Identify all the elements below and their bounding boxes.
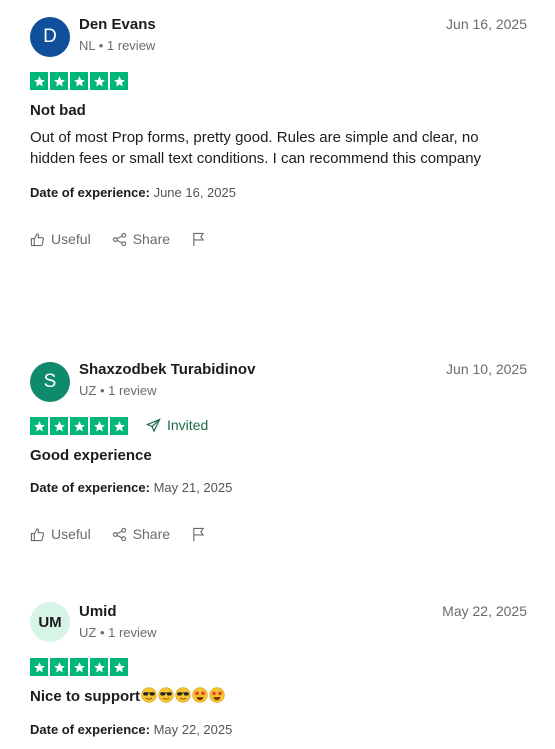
reviewer-meta: UZ • 1 review xyxy=(79,625,157,640)
star-icon xyxy=(70,658,88,676)
thumbs-up-icon xyxy=(30,232,45,246)
reviewer-name[interactable]: Umid xyxy=(79,603,117,620)
review-body: Out of most Prop forms, pretty good. Rul… xyxy=(30,129,482,167)
reviewer-meta: UZ • 1 review xyxy=(79,383,157,398)
review-date: Jun 10, 2025 xyxy=(446,361,527,377)
report-button[interactable] xyxy=(191,527,206,542)
date-of-experience-label: Date of experience: xyxy=(30,480,150,495)
send-icon xyxy=(146,417,161,433)
date-of-experience: Date of experience: May 22, 2025 xyxy=(30,722,232,737)
star-rating xyxy=(30,658,128,676)
reviewer-name[interactable]: Den Evans xyxy=(79,16,156,33)
review-actions: Useful Share xyxy=(30,231,206,247)
star-rating xyxy=(30,72,128,90)
review-card: S Shaxzodbek Turabidinov UZ • 1 review J… xyxy=(0,345,555,575)
share-label: Share xyxy=(132,526,171,542)
star-icon xyxy=(50,417,68,435)
review-title-text: Nice to support xyxy=(30,688,141,705)
useful-label: Useful xyxy=(51,231,91,247)
review-date: Jun 16, 2025 xyxy=(446,16,527,32)
star-icon xyxy=(110,417,128,435)
sunglasses-emoji-icon xyxy=(141,687,157,703)
flag-icon xyxy=(193,527,205,541)
share-button[interactable]: Share xyxy=(112,526,170,542)
avatar[interactable]: D xyxy=(30,17,70,57)
date-of-experience-label: Date of experience: xyxy=(30,185,150,200)
avatar[interactable]: UM xyxy=(30,602,70,642)
invited-label: Invited xyxy=(167,417,209,433)
avatar[interactable]: S xyxy=(30,362,70,402)
star-icon xyxy=(30,72,48,90)
star-icon xyxy=(30,658,48,676)
useful-button[interactable]: Useful xyxy=(30,231,91,247)
review-card: UM Umid UZ • 1 review May 22, 2025 Nice … xyxy=(0,587,555,749)
star-icon xyxy=(90,417,108,435)
star-icon xyxy=(70,417,88,435)
review-title[interactable]: Not bad xyxy=(30,102,86,119)
sunglasses-emoji-icon xyxy=(175,687,191,703)
share-icon xyxy=(112,232,126,246)
star-rating xyxy=(30,417,128,435)
reviewer-name[interactable]: Shaxzodbek Turabidinov xyxy=(79,361,255,378)
star-icon xyxy=(30,417,48,435)
review-title[interactable]: Good experience xyxy=(30,447,152,464)
star-icon xyxy=(70,72,88,90)
flag-icon xyxy=(193,232,205,246)
star-struck-emoji-icon xyxy=(192,687,208,703)
share-label: Share xyxy=(132,231,171,247)
review-card: D Den Evans NL • 1 review Jun 16, 2025 N… xyxy=(0,0,555,290)
useful-label: Useful xyxy=(51,526,91,542)
date-of-experience-value: May 22, 2025 xyxy=(153,722,233,737)
star-struck-emoji-icon xyxy=(209,687,225,703)
star-icon xyxy=(90,658,108,676)
thumbs-up-icon xyxy=(30,527,45,541)
reviewer-meta: NL • 1 review xyxy=(79,38,156,53)
review-date: May 22, 2025 xyxy=(442,603,527,619)
useful-button[interactable]: Useful xyxy=(30,526,91,542)
date-of-experience-value: May 21, 2025 xyxy=(153,480,233,495)
star-icon xyxy=(110,72,128,90)
star-icon xyxy=(50,658,68,676)
date-of-experience-value: June 16, 2025 xyxy=(153,185,236,200)
date-of-experience: Date of experience: May 21, 2025 xyxy=(30,480,232,495)
sunglasses-emoji-icon xyxy=(158,687,174,703)
report-button[interactable] xyxy=(191,232,206,247)
star-icon xyxy=(110,658,128,676)
date-of-experience: Date of experience: June 16, 2025 xyxy=(30,185,236,200)
share-icon xyxy=(112,527,126,541)
date-of-experience-label: Date of experience: xyxy=(30,722,150,737)
share-button[interactable]: Share xyxy=(112,231,170,247)
star-icon xyxy=(50,72,68,90)
review-title[interactable]: Nice to support xyxy=(30,687,225,705)
review-actions: Useful Share xyxy=(30,526,206,542)
invited-badge[interactable]: Invited xyxy=(146,417,208,433)
star-icon xyxy=(90,72,108,90)
